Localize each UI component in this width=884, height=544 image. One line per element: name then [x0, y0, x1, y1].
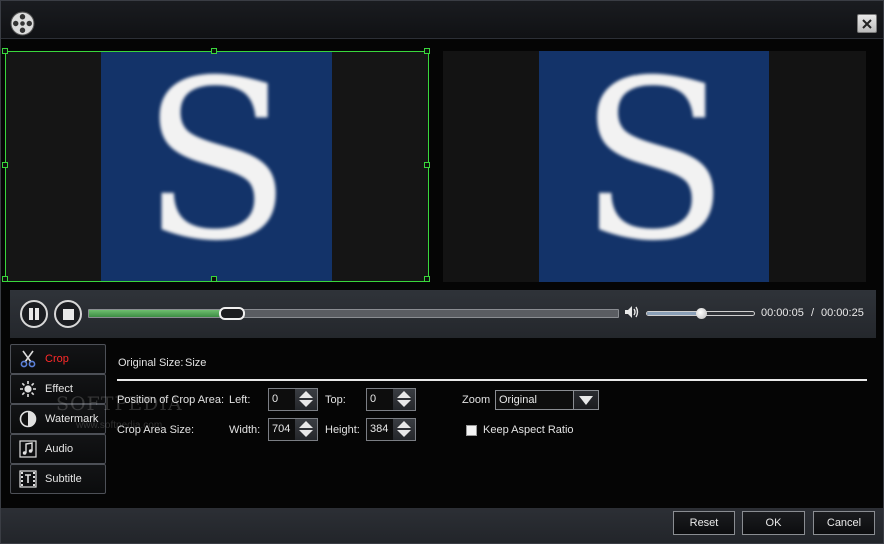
arrow-down-icon[interactable]: [299, 430, 313, 437]
output-preview: S: [443, 51, 866, 282]
output-preview-frame: S: [539, 51, 769, 282]
ok-button[interactable]: OK: [742, 511, 805, 535]
half-circle-icon: [18, 409, 38, 429]
width-stepper-arrows[interactable]: [295, 419, 317, 440]
arrow-up-icon[interactable]: [397, 391, 411, 398]
crop-preview[interactable]: S: [2, 48, 430, 282]
tab-audio-label: Audio: [45, 443, 74, 455]
keep-aspect-label: Keep Aspect Ratio: [483, 424, 574, 436]
crop-handle-bottom-mid[interactable]: [211, 276, 217, 282]
arrow-down-icon[interactable]: [299, 400, 313, 407]
top-stepper[interactable]: 0: [366, 388, 416, 411]
arrow-down-icon[interactable]: [397, 430, 411, 437]
preview-letter: S: [578, 51, 730, 282]
width-stepper[interactable]: 704: [268, 418, 318, 441]
left-stepper-arrows[interactable]: [295, 389, 317, 410]
tab-subtitle[interactable]: Subtitle: [10, 464, 106, 494]
left-label: Left:: [229, 394, 251, 406]
keep-aspect-checkbox[interactable]: [466, 425, 477, 436]
pause-icon: [29, 308, 39, 320]
crop-handle-bottom-right[interactable]: [424, 276, 430, 282]
progress-thumb[interactable]: [219, 307, 246, 320]
title-bar: [1, 1, 883, 39]
crop-handle-mid-right[interactable]: [424, 162, 430, 168]
stop-button[interactable]: [54, 300, 82, 328]
crop-handle-mid-left[interactable]: [2, 162, 8, 168]
pause-button[interactable]: [20, 300, 48, 328]
zoom-value: Original: [499, 394, 537, 406]
arrow-up-icon[interactable]: [299, 421, 313, 428]
zoom-select[interactable]: Original: [495, 390, 599, 410]
cancel-button[interactable]: Cancel: [813, 511, 875, 535]
chevron-down-icon: [579, 396, 593, 405]
tab-subtitle-label: Subtitle: [45, 473, 82, 485]
tab-crop[interactable]: Crop: [10, 344, 106, 374]
tab-crop-label: Crop: [45, 353, 69, 365]
crop-dialog: S S 00:00:05 / 00:00:25 Crop Effect Wate…: [0, 0, 884, 544]
scissors-icon: [18, 349, 38, 369]
height-stepper[interactable]: 384: [366, 418, 416, 441]
top-label: Top:: [325, 394, 346, 406]
width-value: 704: [272, 423, 291, 435]
volume-thumb[interactable]: [695, 308, 707, 319]
progress-slider[interactable]: [88, 307, 619, 320]
playback-bar: 00:00:05 / 00:00:25: [10, 290, 876, 338]
zoom-label: Zoom: [462, 394, 491, 406]
sun-icon: [18, 379, 38, 399]
original-size-label: Original Size:: [118, 357, 184, 369]
film-text-icon: [18, 469, 38, 489]
close-icon: [862, 18, 872, 29]
height-label: Height:: [325, 424, 360, 436]
tab-audio[interactable]: Audio: [10, 434, 106, 464]
progress-fill: [89, 310, 222, 317]
original-size-value: Size: [185, 357, 207, 369]
total-time: 00:00:25: [821, 307, 864, 319]
crop-handle-top-left[interactable]: [2, 48, 8, 54]
stop-icon: [62, 308, 74, 320]
reset-button[interactable]: Reset: [673, 511, 735, 535]
width-label: Width:: [229, 424, 261, 436]
left-stepper[interactable]: 0: [268, 388, 318, 411]
volume-slider[interactable]: [646, 308, 755, 319]
zoom-dropdown-button[interactable]: [573, 391, 598, 409]
arrow-up-icon[interactable]: [299, 391, 313, 398]
crop-preview-frame: S: [101, 52, 332, 281]
crop-handle-top-mid[interactable]: [211, 48, 217, 54]
crop-position-label: Position of Crop Area:: [117, 394, 225, 406]
crop-handle-top-right[interactable]: [424, 48, 430, 54]
film-reel-icon: [10, 11, 35, 36]
current-time: 00:00:05: [761, 307, 804, 319]
close-button[interactable]: [857, 14, 877, 33]
left-value: 0: [272, 393, 279, 405]
music-note-icon: [18, 439, 38, 459]
preview-letter: S: [141, 52, 292, 281]
top-stepper-arrows[interactable]: [393, 389, 415, 410]
volume-icon[interactable]: [624, 305, 640, 319]
crop-handle-bottom-left[interactable]: [2, 276, 8, 282]
top-value: 0: [370, 393, 377, 405]
volume-fill: [647, 312, 701, 315]
time-separator: /: [811, 307, 815, 319]
height-stepper-arrows[interactable]: [393, 419, 415, 440]
settings-separator: [117, 379, 867, 381]
crop-size-label: Crop Area Size:: [117, 424, 195, 436]
arrow-down-icon[interactable]: [397, 400, 411, 407]
arrow-up-icon[interactable]: [397, 421, 411, 428]
height-value: 384: [370, 423, 389, 435]
